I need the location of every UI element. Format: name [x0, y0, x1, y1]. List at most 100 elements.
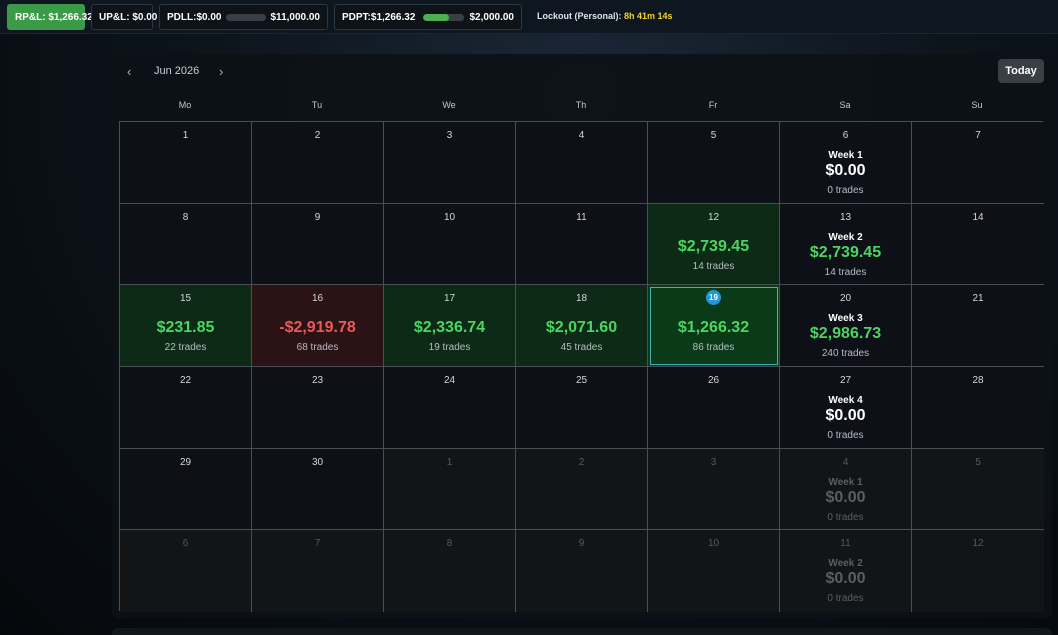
day-cell[interactable]: 8: [384, 530, 516, 612]
daily-loss-limit-value: $11,000.00: [270, 11, 321, 23]
today-day-badge: 19: [706, 290, 721, 306]
daily-loss-limit-badge[interactable]: PDLL:$0.00 $11,000.00: [159, 4, 328, 30]
lockout-status: Lockout (Personal): 8h 41m 14s: [537, 11, 673, 21]
lower-panel: [112, 628, 1052, 635]
daily-loss-limit-text: PDLL:$0.00: [167, 11, 222, 23]
day-cell[interactable]: 17 $2,336.74 19 trades: [384, 285, 516, 367]
day-cell[interactable]: 30: [252, 448, 384, 531]
week-trade-count: 240 trades: [821, 348, 870, 360]
day-number: 8: [446, 538, 453, 550]
day-cell[interactable]: 7: [912, 122, 1044, 204]
realized-pnl-badge[interactable]: RP&L: $1,266.32: [7, 4, 93, 30]
day-cell[interactable]: 12: [912, 530, 1044, 612]
unrealized-pnl-text: UP&L: $0.00: [99, 11, 158, 23]
today-button[interactable]: Today: [998, 59, 1044, 83]
day-cell[interactable]: 12 $2,739.45 14 trades: [648, 203, 780, 286]
day-cell[interactable]: 10: [384, 203, 516, 286]
daily-profit-target-value: $2,000.00: [469, 11, 515, 23]
day-number: 8: [182, 211, 189, 223]
day-cell[interactable]: 6: [120, 530, 252, 612]
week-label: Week 2: [828, 558, 863, 570]
day-cell[interactable]: 7: [252, 530, 384, 612]
day-number: 13: [839, 211, 852, 223]
chevron-right-icon[interactable]: ›: [219, 64, 223, 79]
week-total-pnl: $0.00: [825, 570, 866, 588]
day-cell[interactable]: 28: [912, 366, 1044, 449]
day-number: 1: [182, 130, 189, 141]
day-cell[interactable]: 16 -$2,919.78 68 trades: [252, 285, 384, 367]
day-cell[interactable]: 4: [516, 122, 648, 204]
day-cell[interactable]: 25: [516, 366, 648, 449]
day-pnl: $2,071.60: [545, 319, 618, 337]
day-cell[interactable]: 2: [252, 122, 384, 204]
day-cell[interactable]: 18 $2,071.60 45 trades: [516, 285, 648, 367]
week-summary-cell[interactable]: 13 Week 2 $2,739.45 14 trades: [780, 203, 912, 286]
day-cell[interactable]: 15 $231.85 22 trades: [120, 285, 252, 367]
day-cell[interactable]: 29: [120, 448, 252, 531]
weekday-su: Su: [971, 100, 983, 110]
day-cell[interactable]: 9: [252, 203, 384, 286]
daily-profit-target-bar-fill: [423, 13, 449, 21]
weekday-header: Mo Tu We Th Fr Sa Su: [119, 100, 1043, 110]
week-summary-cell[interactable]: 11 Week 2 $0.00 0 trades: [780, 530, 912, 612]
day-cell[interactable]: 5: [648, 122, 780, 204]
day-trade-count: 19 trades: [428, 342, 471, 354]
day-cell[interactable]: 23: [252, 366, 384, 449]
day-trade-count: 45 trades: [560, 342, 603, 354]
week-summary-cell[interactable]: 20 Week 3 $2,986.73 240 trades: [780, 285, 912, 367]
weekday-mo: Mo: [178, 100, 192, 110]
week-label: Week 4: [828, 394, 863, 406]
week-total-pnl: $2,986.73: [809, 325, 882, 343]
week-trade-count: 14 trades: [824, 266, 867, 278]
day-number: 27: [839, 374, 852, 386]
day-number: 3: [446, 130, 453, 141]
week-trade-count: 0 trades: [827, 511, 864, 523]
unrealized-pnl-badge[interactable]: UP&L: $0.00: [91, 4, 157, 30]
day-cell[interactable]: 24: [384, 366, 516, 449]
month-label: Jun 2026: [154, 65, 200, 77]
day-cell[interactable]: 1: [120, 122, 252, 204]
week-label: Week 1: [828, 150, 863, 161]
day-number: 28: [972, 374, 984, 386]
day-number: 1: [446, 456, 453, 468]
day-number: 5: [975, 456, 981, 468]
day-trade-count: 14 trades: [692, 260, 735, 272]
day-cell[interactable]: 3: [384, 122, 516, 204]
day-trade-count: 68 trades: [296, 342, 339, 354]
day-number: 21: [972, 293, 984, 305]
week-trade-count: 0 trades: [827, 185, 864, 196]
day-cell[interactable]: 9: [516, 530, 648, 612]
day-cell[interactable]: 5: [912, 448, 1044, 531]
day-cell[interactable]: 26: [648, 366, 780, 449]
week-summary-cell[interactable]: 27 Week 4 $0.00 0 trades: [780, 366, 912, 449]
day-cell[interactable]: 10: [648, 530, 780, 612]
day-number: 2: [314, 130, 321, 141]
week-label: Week 1: [828, 476, 863, 488]
day-number: 17: [443, 293, 456, 305]
daily-profit-target-badge[interactable]: PDPT:$1,266.32 $2,000.00: [334, 4, 522, 30]
day-cell[interactable]: 22: [120, 366, 252, 449]
week-label: Week 2: [828, 231, 863, 243]
day-number: 11: [840, 538, 851, 550]
weekday-sa: Sa: [839, 100, 851, 110]
day-cell[interactable]: 21: [912, 285, 1044, 367]
day-cell[interactable]: 19 $1,266.32 86 trades: [648, 285, 780, 367]
day-number: 10: [707, 538, 720, 550]
day-cell[interactable]: 3: [648, 448, 780, 531]
lockout-label: Lockout (Personal):: [537, 11, 622, 21]
day-number: 4: [578, 130, 585, 141]
day-cell[interactable]: 2: [516, 448, 648, 531]
day-cell[interactable]: 11: [516, 203, 648, 286]
day-cell[interactable]: 14: [912, 203, 1044, 286]
chevron-left-icon[interactable]: ‹: [127, 64, 131, 79]
day-cell[interactable]: 8: [120, 203, 252, 286]
realized-pnl-text: RP&L: $1,266.32: [15, 11, 93, 23]
day-number: 11: [576, 211, 587, 223]
week-summary-cell[interactable]: 6 Week 1 $0.00 0 trades: [780, 122, 912, 204]
day-number: 20: [839, 293, 852, 305]
week-trade-count: 0 trades: [827, 429, 864, 441]
day-number: 12: [707, 211, 720, 223]
week-summary-cell[interactable]: 4 Week 1 $0.00 0 trades: [780, 448, 912, 531]
day-cell[interactable]: 1: [384, 448, 516, 531]
weekday-tu: Tu: [311, 100, 323, 110]
